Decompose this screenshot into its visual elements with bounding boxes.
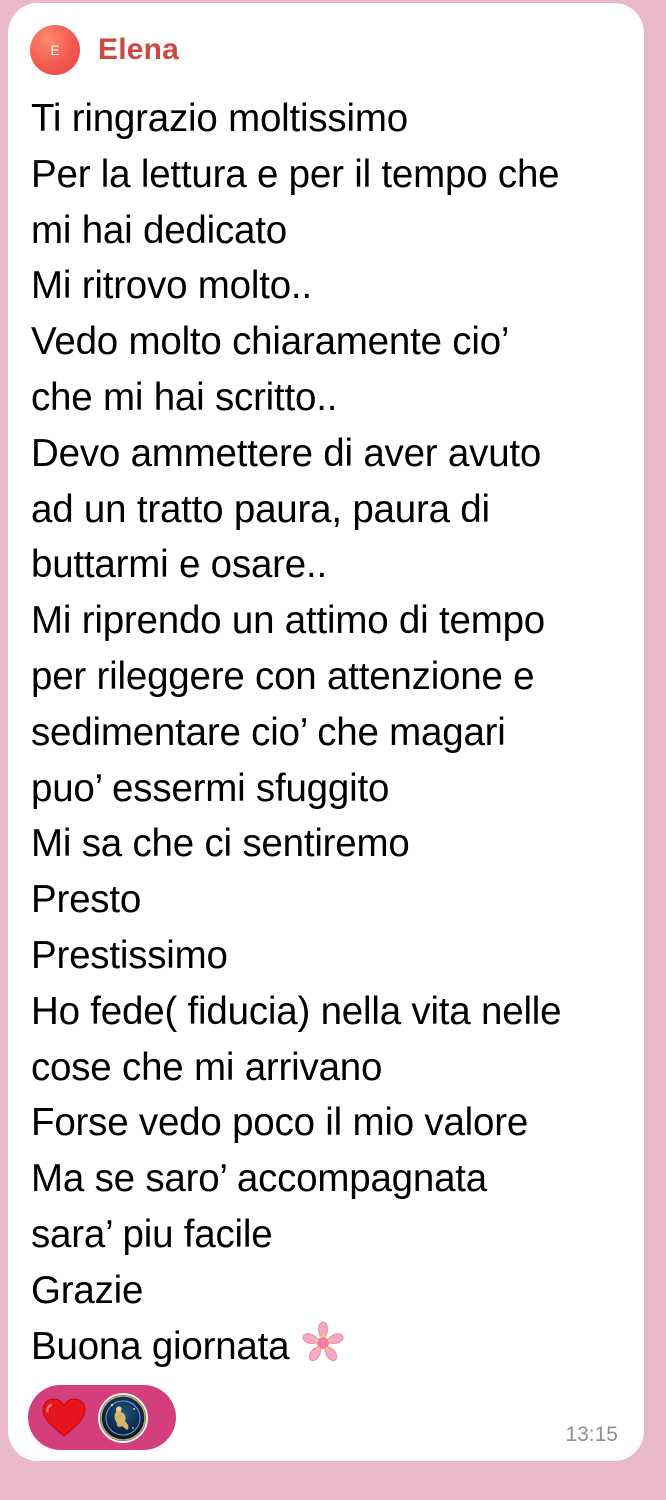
message-line: Per la lettura e per il tempo che <box>31 152 560 196</box>
message-line: cose che mi arrivano <box>31 1045 383 1089</box>
message-line: Prestissimo <box>31 933 228 977</box>
message-line: Devo ammettere di aver avuto <box>31 431 542 475</box>
message-line: per rileggere con attenzione e <box>31 654 535 698</box>
message-line: Ho fede( fiducia) nella vita nelle <box>31 989 562 1033</box>
message-line: Buona giornata <box>31 1324 290 1368</box>
message-line-last: Buona giornata <box>31 1319 631 1383</box>
message-line: ad un tratto paura, paura di <box>31 487 490 531</box>
reactions-pill[interactable] <box>28 1385 176 1450</box>
sender-avatar-initial: E <box>50 42 60 58</box>
cherry-blossom-icon <box>299 1319 347 1383</box>
message-line: Vedo molto chiaramente cio’ <box>31 320 510 364</box>
message-text: Ti ringrazio moltissimo Per la lettura e… <box>31 91 631 1382</box>
message-bubble[interactable]: E Elena Ti ringrazio moltissimo Per la l… <box>8 3 644 1461</box>
message-line: Presto <box>31 878 142 922</box>
message-line: Mi ritrovo molto.. <box>31 264 312 308</box>
sender-avatar[interactable]: E <box>30 25 80 75</box>
message-line: mi hai dedicato <box>31 208 287 252</box>
message-line: Mi sa che ci sentiremo <box>31 822 410 866</box>
message-line: Ti ringrazio moltissimo <box>31 97 408 140</box>
message-line: sedimentare cio’ che magari <box>31 710 506 754</box>
message-line: puo’ essermi sfuggito <box>31 766 390 810</box>
message-line: Mi riprendo un attimo di tempo <box>31 599 545 643</box>
message-sender: E Elena <box>30 25 179 75</box>
message-timestamp: 13:15 <box>565 1423 618 1446</box>
message-line: Grazie <box>31 1268 144 1312</box>
message-line: che mi hai scritto.. <box>31 375 338 419</box>
message-line: Ma se saro’ accompagnata <box>31 1157 488 1201</box>
sender-name[interactable]: Elena <box>98 33 179 67</box>
reactor-avatar[interactable] <box>98 1392 148 1443</box>
message-line: buttarmi e osare.. <box>31 543 327 587</box>
message-line: Forse vedo poco il mio valore <box>31 1101 529 1145</box>
message-line: sara’ piu facile <box>31 1212 273 1256</box>
red-heart-icon[interactable] <box>42 1397 86 1438</box>
